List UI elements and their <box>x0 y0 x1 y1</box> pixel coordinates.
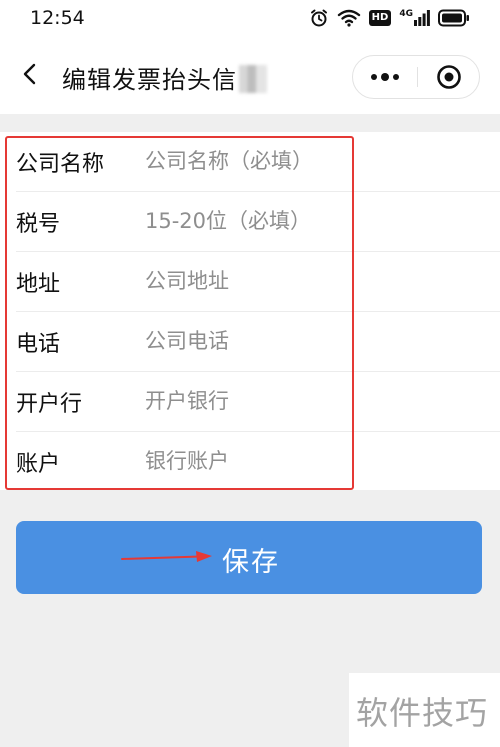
wifi-icon <box>337 8 361 28</box>
address-label: 地址 <box>16 272 61 297</box>
status-icons: HD 4G <box>309 8 470 28</box>
account-label: 账户 <box>16 452 61 477</box>
back-button[interactable] <box>12 56 48 92</box>
close-button[interactable] <box>418 56 480 98</box>
status-bar: 12:54 HD 4G <box>0 0 500 36</box>
more-button[interactable] <box>353 56 417 98</box>
phone-label: 电话 <box>16 332 61 357</box>
form-row-bank: 开户行 <box>0 372 500 432</box>
network-label: 4G <box>399 9 413 19</box>
signal-icon: 4G <box>399 10 430 26</box>
title-redaction <box>239 65 267 93</box>
account-input[interactable] <box>145 444 485 478</box>
form-row-address: 地址 <box>0 252 500 312</box>
alarm-icon <box>309 8 329 28</box>
company-name-input[interactable] <box>145 144 485 178</box>
hd-badge-label: HD <box>371 12 389 23</box>
tax-id-input[interactable] <box>145 204 485 238</box>
phone-input[interactable] <box>145 324 485 358</box>
bank-label: 开户行 <box>16 392 83 417</box>
hd-icon: HD <box>368 10 392 26</box>
save-button-label: 保存 <box>222 547 280 578</box>
more-dots-icon <box>371 73 399 81</box>
status-time: 12:54 <box>30 7 85 29</box>
mini-program-capsule <box>352 55 480 99</box>
form-row-company-name: 公司名称 <box>0 132 500 192</box>
watermark: 软件技巧 <box>356 694 489 732</box>
tax-id-label: 税号 <box>16 212 61 237</box>
invoice-form: 公司名称 税号 地址 电话 开户行 账户 <box>0 132 500 490</box>
nav-bar: 编辑发票抬头信 <box>0 36 500 114</box>
app-screen: 12:54 HD 4G 编辑发票抬头信 公司名称 公司名称（必填） 税号 15-… <box>0 0 500 747</box>
form-row-phone: 电话 <box>0 312 500 372</box>
page-title: 编辑发票抬头信 <box>62 60 267 95</box>
page-title-text: 编辑发票抬头信 <box>62 66 237 94</box>
target-close-icon <box>437 65 461 89</box>
battery-icon <box>438 9 470 27</box>
address-input[interactable] <box>145 264 485 298</box>
company-name-label: 公司名称 <box>16 152 105 177</box>
save-button[interactable]: 保存 <box>16 521 482 594</box>
chevron-left-icon <box>23 63 36 85</box>
form-row-account: 账户 <box>0 432 500 492</box>
form-row-tax-id: 税号 <box>0 192 500 252</box>
bank-input[interactable] <box>145 384 485 418</box>
